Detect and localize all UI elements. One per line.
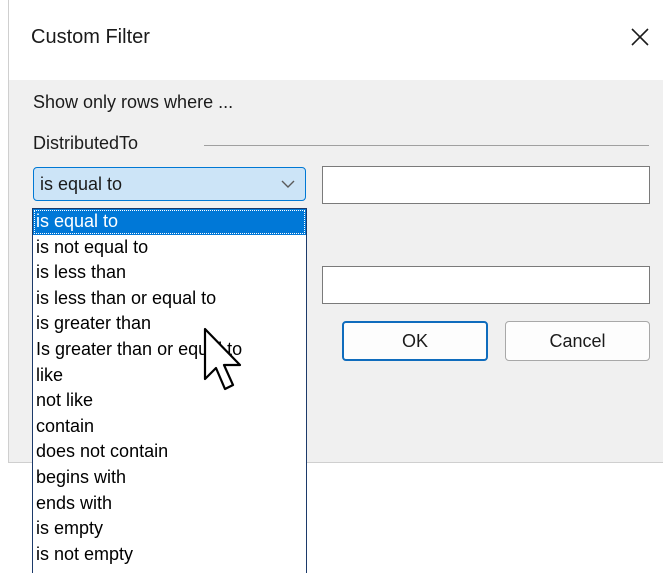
dropdown-option[interactable]: is less than <box>33 260 306 286</box>
dropdown-option[interactable]: is empty <box>33 516 306 542</box>
operator-dropdown-list[interactable]: is equal to is not equal to is less than… <box>32 208 307 573</box>
dropdown-option[interactable]: is equal to <box>33 209 306 235</box>
close-button[interactable] <box>617 14 663 60</box>
dropdown-option[interactable]: like <box>33 363 306 389</box>
filter-prompt: Show only rows where ... <box>33 92 234 112</box>
dropdown-option[interactable]: begins with <box>33 465 306 491</box>
dropdown-option[interactable]: not like <box>33 388 306 414</box>
chevron-down-icon <box>281 180 295 188</box>
dropdown-option[interactable]: ends with <box>33 491 306 517</box>
group-divider <box>204 145 649 146</box>
close-icon <box>631 28 649 46</box>
column-group-label: DistributedTo <box>33 133 139 153</box>
dropdown-option[interactable]: is less than or equal to <box>33 286 306 312</box>
ok-button[interactable]: OK <box>342 321 488 361</box>
dropdown-option[interactable]: is not empty <box>33 542 306 568</box>
operator-combobox[interactable]: is equal to <box>33 167 306 201</box>
dropdown-option[interactable]: Is greater than or equal to <box>33 337 306 363</box>
condition2-value-input[interactable] <box>322 266 650 304</box>
dropdown-option[interactable]: is greater than <box>33 311 306 337</box>
dialog-title: Custom Filter <box>31 26 150 48</box>
title-bar: Custom Filter <box>9 0 663 80</box>
dropdown-option[interactable]: does not contain <box>33 439 306 465</box>
cancel-button[interactable]: Cancel <box>505 321 650 361</box>
dropdown-option[interactable]: contain <box>33 414 306 440</box>
condition1-value-input[interactable] <box>322 166 650 204</box>
dropdown-option[interactable]: is not equal to <box>33 235 306 261</box>
operator-selected-value: is equal to <box>40 174 123 194</box>
